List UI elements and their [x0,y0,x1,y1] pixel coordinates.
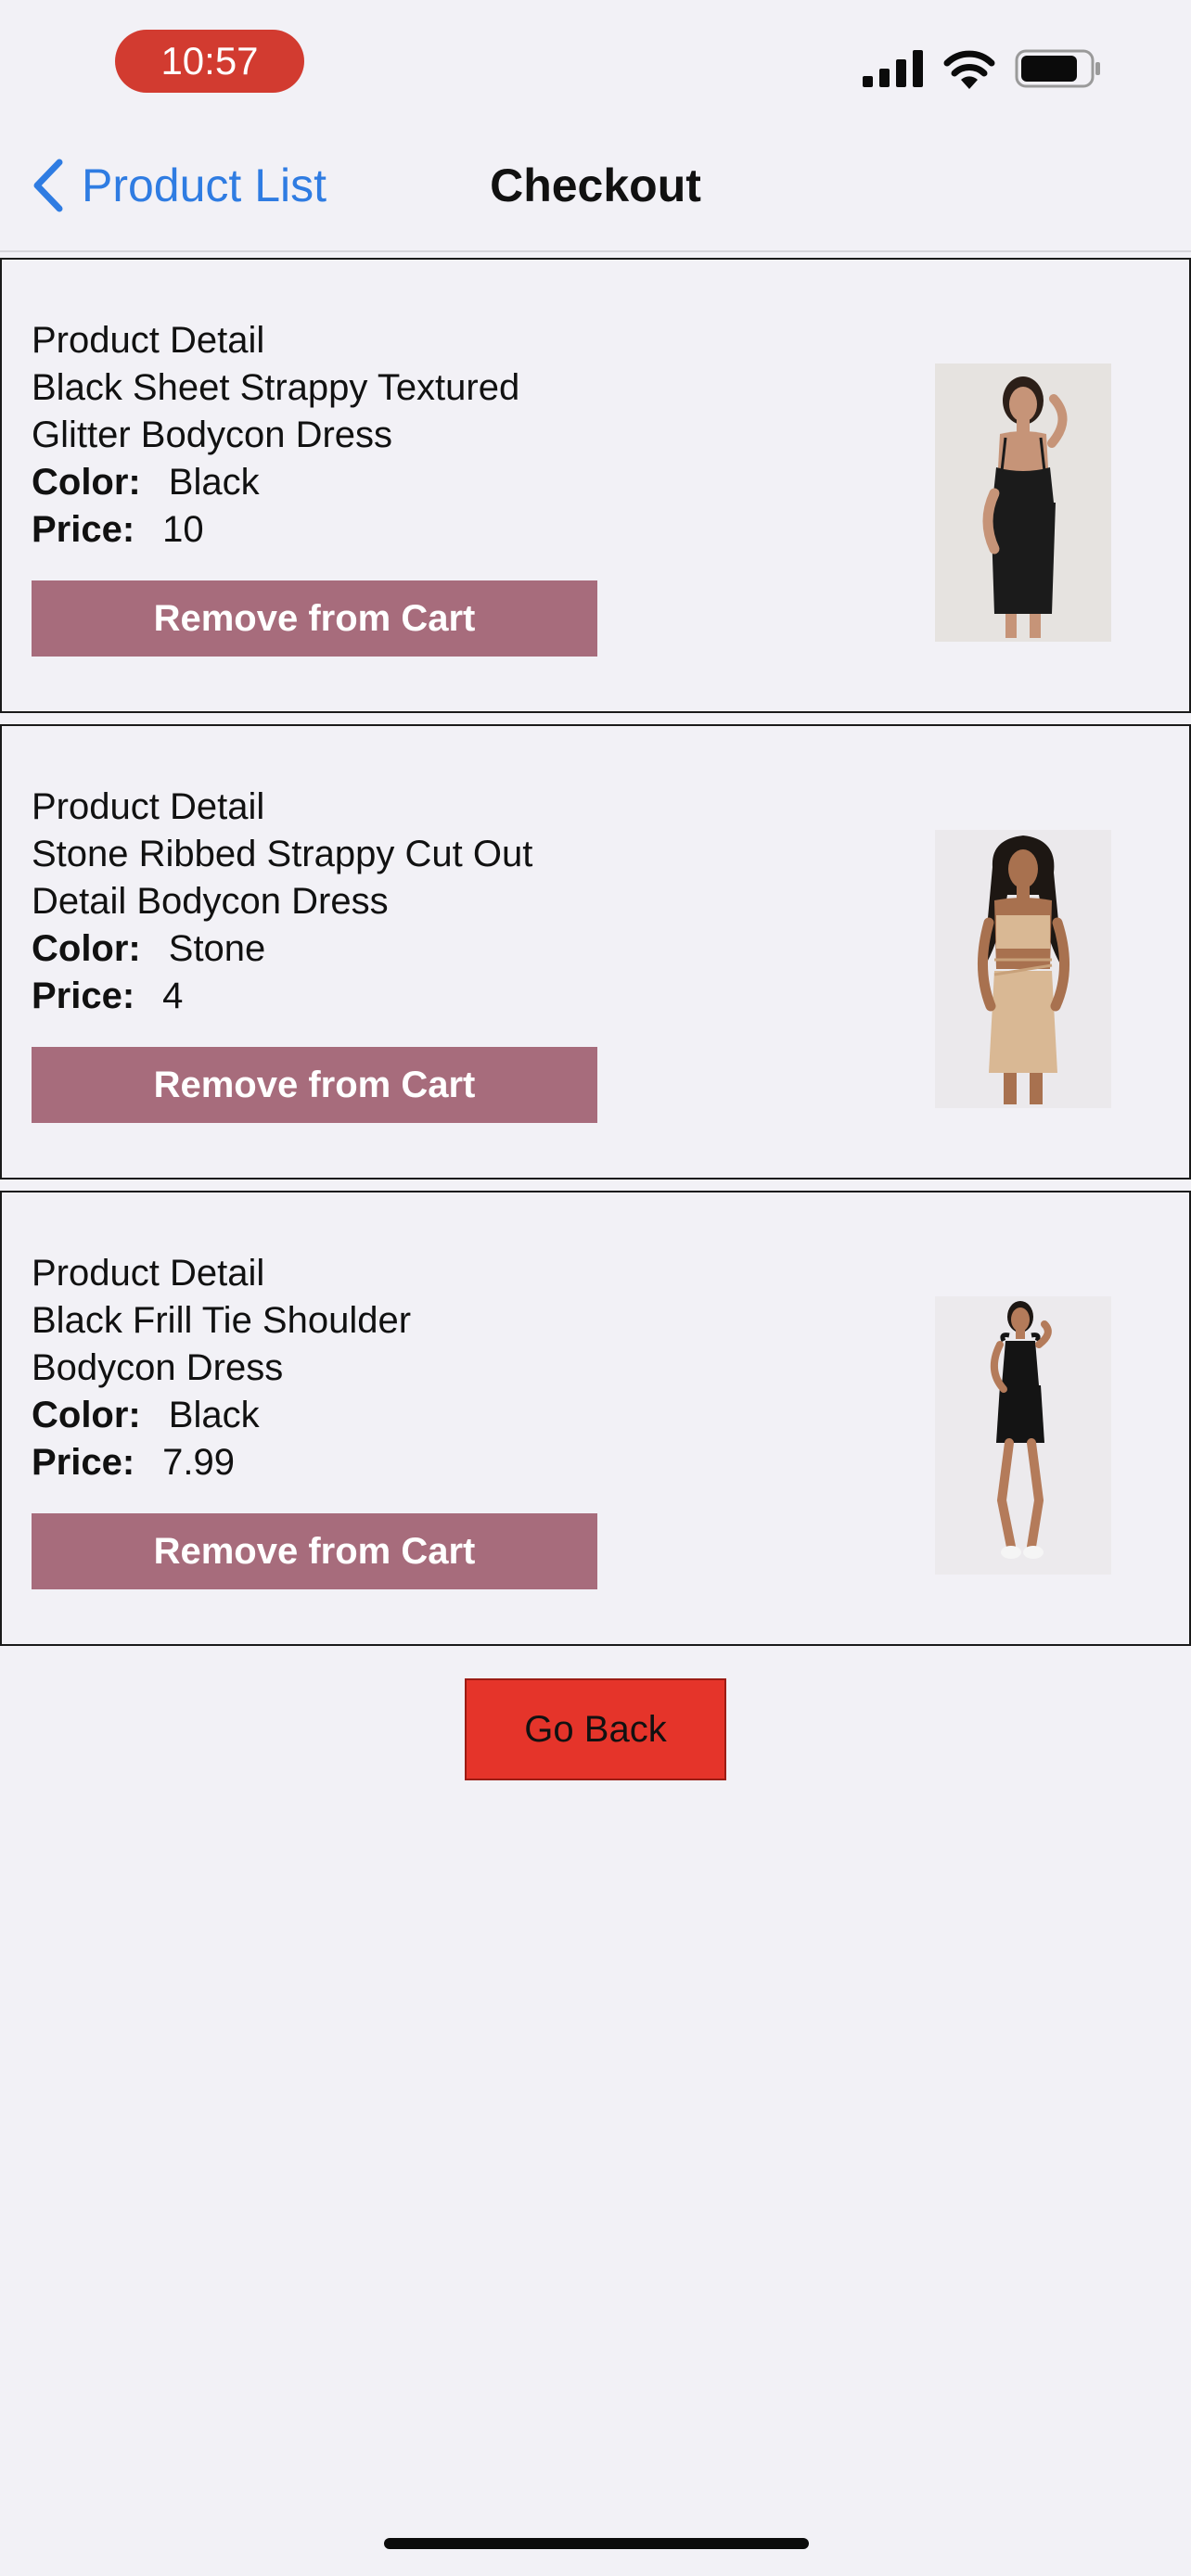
product-name-line-2: Detail Bodycon Dress [32,881,389,922]
cart-item-card: Product Detail Black Frill Tie Shoulder … [0,1191,1191,1646]
price-value: 7.99 [162,1442,236,1483]
price-label: Price: [32,1442,135,1483]
color-label: Color: [32,462,141,503]
chevron-left-icon [32,159,65,212]
product-name-line-1: Stone Ribbed Strappy Cut Out [32,834,533,874]
product-detail-heading: Product Detail [32,786,265,827]
color-label: Color: [32,1395,141,1435]
cart-list: Product Detail Black Sheet Strappy Textu… [0,258,1191,1657]
price-value: 4 [162,976,184,1016]
go-back-button[interactable]: Go Back [465,1678,726,1780]
price-value: 10 [162,509,204,550]
status-icons [863,41,1102,96]
color-value: Black [168,1395,260,1435]
price-label: Price: [32,976,135,1016]
product-price-row: Price: 7.99 [32,1439,607,1486]
color-label: Color: [32,928,141,969]
color-value: Stone [168,928,266,969]
product-name-line-1: Black Frill Tie Shoulder [32,1300,412,1341]
product-image[interactable] [935,363,1111,642]
product-detail-heading: Product Detail [32,320,265,361]
signal-icon [863,50,924,87]
product-price-row: Price: 10 [32,506,607,554]
product-color-row: Color: Stone [32,925,607,973]
back-to-product-list-button[interactable]: Product List [32,152,327,219]
product-detail-heading: Product Detail [32,1253,265,1294]
color-value: Black [168,462,260,503]
remove-from-cart-button[interactable]: Remove from Cart [32,580,597,657]
product-detail: Product Detail Black Frill Tie Shoulder … [32,1250,607,1486]
product-image[interactable] [935,1296,1111,1575]
status-bar: 10:57 [0,0,1191,130]
product-detail: Product Detail Black Sheet Strappy Textu… [32,317,607,554]
remove-from-cart-button[interactable]: Remove from Cart [32,1047,597,1123]
cart-item-card: Product Detail Black Sheet Strappy Textu… [0,258,1191,713]
cart-item-card: Product Detail Stone Ribbed Strappy Cut … [0,724,1191,1180]
product-name-line-2: Glitter Bodycon Dress [32,414,393,455]
wifi-icon [942,48,996,89]
battery-icon [1015,49,1102,88]
navigation-bar: Checkout Product List [0,130,1191,252]
remove-from-cart-button[interactable]: Remove from Cart [32,1513,597,1589]
product-detail: Product Detail Stone Ribbed Strappy Cut … [32,784,607,1020]
product-image[interactable] [935,830,1111,1108]
back-button-label: Product List [82,159,327,211]
home-indicator[interactable] [384,2538,809,2549]
product-color-row: Color: Black [32,1392,607,1439]
product-price-row: Price: 4 [32,973,607,1020]
status-time: 10:57 [115,30,304,93]
product-color-row: Color: Black [32,459,607,506]
price-label: Price: [32,509,135,550]
product-name-line-1: Black Sheet Strappy Textured [32,367,520,408]
product-name-line-2: Bodycon Dress [32,1347,284,1388]
